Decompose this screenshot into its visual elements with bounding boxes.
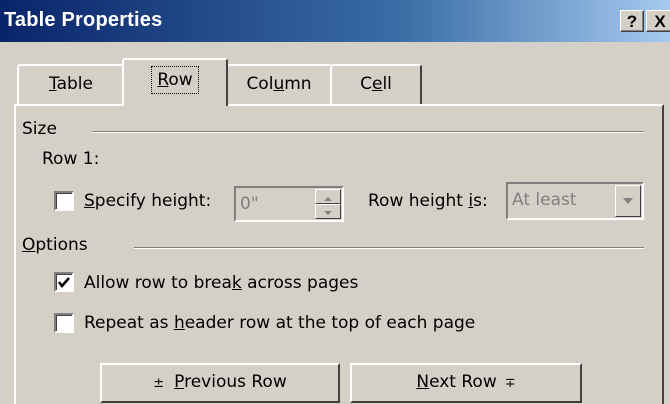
tab-label: Row (151, 66, 199, 94)
tab-label: Table (49, 74, 93, 94)
tab-label: Column (246, 74, 312, 94)
repeat-header-label: Repeat as header row at the top of each … (84, 313, 476, 333)
options-group-label: Options (22, 235, 94, 255)
allow-break-checkbox[interactable] (54, 272, 74, 292)
chevron-down-icon (623, 198, 633, 204)
repeat-header-checkbox[interactable] (54, 313, 74, 333)
close-button[interactable]: X (646, 10, 670, 32)
row-height-type-select[interactable]: At least (506, 182, 644, 220)
tab-row[interactable]: Row (122, 58, 228, 106)
spin-up-button[interactable] (315, 189, 341, 204)
tab-panel (14, 104, 664, 404)
tab-label: Cell (360, 74, 392, 94)
next-row-label: Next Row (416, 372, 497, 392)
spin-down-button[interactable] (315, 204, 341, 219)
dropdown-button[interactable] (615, 185, 641, 217)
spin-down-icon (324, 211, 332, 215)
title-bar: Table Properties ? X (0, 0, 670, 42)
allow-break-label: Allow row to break across pages (84, 273, 359, 293)
row-height-is-label: Row height is: (368, 191, 488, 211)
row-height-spinner[interactable]: 0" (234, 186, 344, 222)
previous-row-icon: ± (153, 376, 165, 391)
specify-height-checkbox[interactable] (54, 191, 74, 211)
next-row-icon: ∓ (504, 376, 516, 391)
row-number-label: Row 1: (42, 149, 100, 169)
size-group-divider (92, 131, 644, 133)
window-title: Table Properties (4, 9, 163, 31)
specify-height-label: Specify height: (84, 191, 212, 211)
row-height-value: 0" (240, 194, 259, 214)
checkmark-icon (58, 277, 70, 288)
size-group-label: Size (22, 119, 63, 139)
options-group-divider (134, 247, 644, 249)
previous-row-label: Previous Row (174, 372, 287, 392)
next-row-button[interactable]: Next Row ∓ (350, 363, 582, 403)
help-button[interactable]: ? (620, 10, 644, 32)
row-height-type-value: At least (512, 190, 577, 210)
tab-column[interactable]: Column (226, 64, 332, 104)
tab-cell[interactable]: Cell (330, 64, 422, 104)
previous-row-button[interactable]: ± Previous Row (100, 363, 340, 403)
tab-table[interactable]: Table (17, 64, 125, 104)
